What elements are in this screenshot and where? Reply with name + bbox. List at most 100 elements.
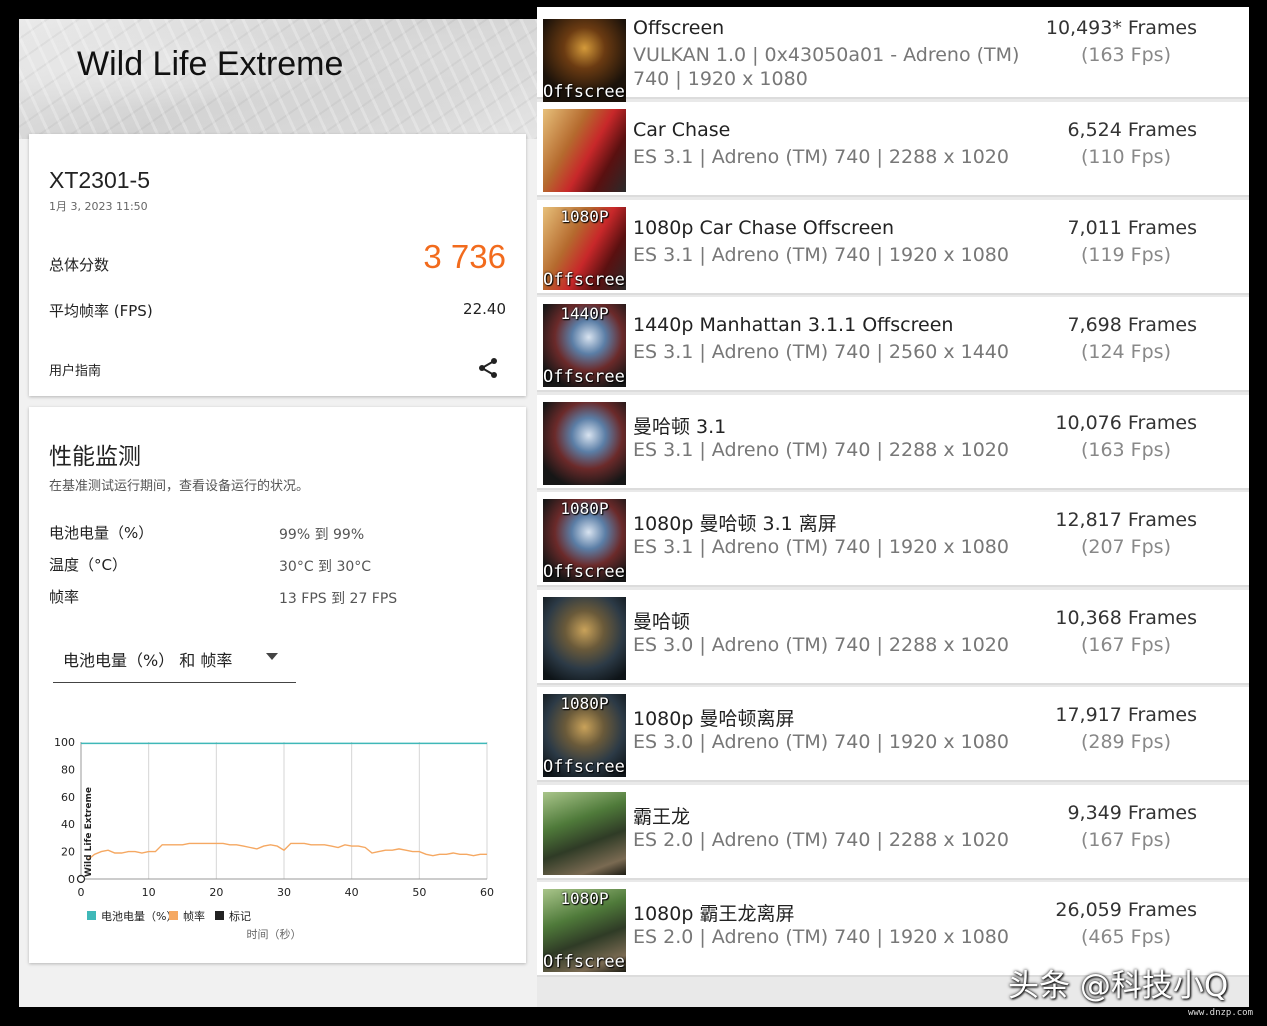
- stat-label-framerate: 帧率: [49, 588, 80, 606]
- test-detail: ES 3.1 | Adreno (TM) 740 | 1920 x 1080: [633, 536, 1009, 558]
- test-fps: (163 Fps): [1080, 438, 1171, 461]
- thumbnail-offscreen-tag: Offscreen: [543, 367, 626, 387]
- thumbnail-offscreen-tag: Offscreen: [543, 82, 626, 102]
- test-frames: 10,368 Frames: [1055, 606, 1197, 629]
- y-tick-label: 100: [54, 736, 75, 749]
- stat-value-battery: 99% 到 99%: [279, 527, 365, 543]
- thumbnail-offscreen-tag: Offscreen: [543, 269, 626, 290]
- test-frames: 10,076 Frames: [1055, 411, 1197, 434]
- test-row[interactable]: Offscreen Offscreen VULKAN 1.0 | 0x43050a0…: [537, 7, 1249, 102]
- x-tick-label: 30: [277, 886, 291, 899]
- test-detail: ES 3.0 | Adreno (TM) 740 | 2288 x 1020: [633, 633, 1009, 656]
- test-name: 曼哈顿: [633, 610, 691, 633]
- performance-chart: 0 20 40 60 80 100 0 10 20 30 40 50 60 Wild Life Extre…: [54, 736, 494, 941]
- test-name: 1080p 霸王龙离屏: [633, 903, 795, 925]
- test-detail: ES 3.1 | Adreno (TM) 740 | 2560 x 1440: [633, 341, 1009, 363]
- test-thumbnail: Offscreen: [543, 19, 626, 102]
- test-detail: ES 2.0 | Adreno (TM) 740 | 2288 x 1020: [633, 828, 1009, 851]
- test-detail-line2: 740 | 1920 x 1080: [633, 68, 808, 90]
- legend-swatch: [215, 911, 224, 920]
- test-row[interactable]: 曼哈顿 3.1 ES 3.1 | Adreno (TM) 740 | 2288 x…: [537, 394, 1249, 490]
- test-frames: 12,817 Frames: [1055, 509, 1197, 531]
- legend-label: 电池电量（%）: [101, 910, 177, 923]
- legend-swatch: [87, 911, 96, 920]
- test-thumbnail: 1080P Offscreen: [543, 889, 626, 972]
- test-fps: (163 Fps): [1080, 44, 1171, 66]
- test-detail: ES 3.1 | Adreno (TM) 740 | 2288 x 1020: [633, 438, 1009, 461]
- test-row[interactable]: 1080P Offscreen 1080p Car Chase Offscreen E…: [537, 199, 1249, 295]
- test-row[interactable]: 1080P Offscreen 1080p 曼哈顿离屏 ES 3.0 | Adreno…: [537, 687, 1249, 782]
- chart-series-dropdown[interactable]: 电池电量（%） 和 帧率: [53, 645, 296, 683]
- stat-label-battery: 电池电量（%）: [49, 524, 154, 542]
- marker-label: Wild Life Extreme: [84, 787, 94, 877]
- left-panel: Wild Life Extreme XT2301-5 1月 3, 2023 11…: [19, 19, 537, 1007]
- thumbnail-resolution-tag: 1080P: [560, 206, 609, 226]
- monitor-description: 在基准测试运行期间，查看设备运行的状况。: [49, 479, 310, 494]
- test-fps: (119 Fps): [1080, 243, 1171, 266]
- device-name: XT2301-5: [49, 167, 151, 193]
- test-name: 1080p Car Chase Offscreen: [633, 216, 894, 239]
- test-name: 霸王龙: [633, 805, 691, 828]
- user-guide-link[interactable]: 用户指南: [49, 360, 101, 379]
- test-frames: 9,349 Frames: [1067, 801, 1197, 824]
- x-tick-label: 50: [412, 886, 426, 899]
- test-frames: 7,011 Frames: [1067, 216, 1197, 239]
- test-fps: (289 Fps): [1080, 731, 1171, 753]
- x-tick-label: 40: [345, 886, 359, 899]
- legend-swatch: [169, 911, 178, 920]
- test-thumbnail: [543, 791, 626, 875]
- test-row[interactable]: 1080P Offscreen 1080p 曼哈顿 3.1 离屏 ES 3.1 | A…: [537, 492, 1249, 587]
- test-row[interactable]: 曼哈顿 ES 3.0 | Adreno (TM) 740 | 2288 x 102…: [537, 589, 1249, 685]
- y-tick-label: 0: [68, 873, 75, 886]
- caret-down-icon: [266, 653, 278, 660]
- test-thumbnail: [543, 401, 626, 485]
- thumbnail-offscreen-tag: Offscreen: [543, 952, 626, 972]
- x-tick-label: 0: [78, 886, 85, 899]
- test-fps: (465 Fps): [1080, 926, 1171, 948]
- test-thumbnail: 1080P Offscreen: [543, 206, 626, 290]
- share-icon[interactable]: [476, 356, 500, 380]
- fps-label: 平均帧率 (FPS): [49, 302, 153, 320]
- x-axis-label: 时间（秒）: [247, 927, 302, 941]
- x-tick-label: 20: [209, 886, 223, 899]
- test-row[interactable]: 1440P Offscreen 1440p Manhattan 3.1.1 Offs…: [537, 297, 1249, 392]
- test-name: 1080p 曼哈顿离屏: [633, 708, 795, 730]
- score-label: 总体分数: [49, 256, 110, 274]
- test-thumbnail: [543, 109, 626, 192]
- y-tick-label: 80: [61, 763, 75, 776]
- test-detail: ES 3.0 | Adreno (TM) 740 | 1920 x 1080: [633, 731, 1009, 753]
- test-frames: 26,059 Frames: [1055, 899, 1197, 921]
- watermark-site: www.dnzp.com: [1188, 1008, 1254, 1018]
- test-name: Car Chase: [633, 119, 731, 141]
- test-results-list: Offscreen Offscreen VULKAN 1.0 | 0x43050a0…: [537, 7, 1249, 1007]
- thumbnail-resolution-tag: 1440P: [560, 304, 609, 323]
- test-name: 1440p Manhattan 3.1.1 Offscreen: [633, 314, 954, 336]
- test-fps: (207 Fps): [1080, 536, 1171, 558]
- y-tick-label: 60: [61, 791, 75, 804]
- stat-label-temperature: 温度（°C）: [49, 556, 127, 574]
- x-tick-label: 60: [480, 886, 494, 899]
- test-frames: 7,698 Frames: [1067, 314, 1197, 336]
- monitor-title: 性能监测: [49, 444, 141, 470]
- thumbnail-offscreen-tag: Offscreen: [543, 757, 626, 777]
- stat-value-framerate: 13 FPS 到 27 FPS: [279, 591, 398, 607]
- performance-monitor-card: 性能监测 在基准测试运行期间，查看设备运行的状况。 电池电量（%） 99% 到 …: [29, 407, 526, 963]
- thumbnail-resolution-tag: 1080P: [560, 889, 609, 908]
- benchmark-title: Wild Life Extreme: [77, 45, 344, 83]
- y-tick-label: 20: [61, 846, 75, 859]
- test-name: 1080p 曼哈顿 3.1 离屏: [633, 513, 837, 535]
- dropdown-selected-value: 电池电量（%） 和 帧率: [63, 651, 233, 670]
- watermark-text: 头条 @科技小Q: [1008, 968, 1229, 1004]
- legend-label: 标记: [229, 909, 251, 923]
- test-row[interactable]: Car Chase ES 3.1 | Adreno (TM) 740 | 2288…: [537, 102, 1249, 197]
- test-fps: (167 Fps): [1080, 633, 1171, 656]
- test-row[interactable]: 霸王龙 ES 2.0 | Adreno (TM) 740 | 2288 x 102…: [537, 784, 1249, 880]
- score-value: 3 736: [423, 238, 506, 275]
- test-thumbnail: 1440P Offscreen: [543, 304, 626, 387]
- test-detail: ES 3.1 | Adreno (TM) 740 | 2288 x 1020: [633, 146, 1009, 168]
- legend-label: 帧率: [183, 909, 205, 923]
- stat-value-temperature: 30°C 到 30°C: [279, 559, 372, 575]
- test-frames: 6,524 Frames: [1067, 119, 1197, 141]
- test-name: 曼哈顿 3.1: [633, 415, 727, 438]
- test-date: 1月 3, 2023 11:50: [49, 200, 148, 213]
